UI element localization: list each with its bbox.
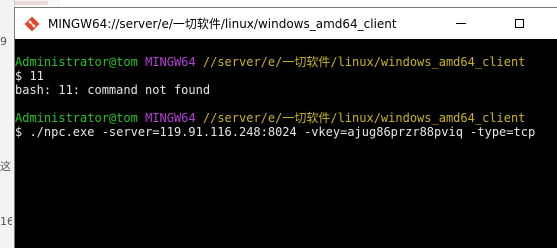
minimize-button[interactable] xyxy=(439,8,483,39)
command-output: bash: 11: command not found xyxy=(15,83,211,97)
title-bar[interactable]: MINGW64://server/e/一切软件/linux/windows_am… xyxy=(15,8,557,39)
command-line: $ 11 xyxy=(15,69,44,83)
prompt-line: Administrator@tom MINGW64 //server/e/一切软… xyxy=(15,111,557,125)
prompt-path: //server/e/一切软件/linux/windows_amd64_clie… xyxy=(202,55,526,69)
prompt-system: MINGW64 xyxy=(145,111,196,125)
maximize-icon xyxy=(514,19,524,28)
window-title: MINGW64://server/e/一切软件/linux/windows_am… xyxy=(48,17,397,31)
prompt-user: Administrator@tom xyxy=(15,111,138,125)
background-text-fragment: 16 xyxy=(0,216,12,228)
terminal-output[interactable]: Administrator@tom MINGW64 //server/e/一切软… xyxy=(15,39,557,248)
background-text-fragment: 这 xyxy=(0,161,11,173)
prompt-line: Administrator@tom MINGW64 //server/e/一切软… xyxy=(15,55,557,69)
prompt-system: MINGW64 xyxy=(145,55,196,69)
mingw-app-icon[interactable] xyxy=(24,16,40,32)
command-line: $ ./npc.exe -server=119.91.116.248:8024 … xyxy=(15,125,536,139)
maximize-button[interactable] xyxy=(497,8,541,39)
background-text-fragment: 9 xyxy=(0,36,7,48)
terminal-window[interactable]: MINGW64://server/e/一切软件/linux/windows_am… xyxy=(14,7,557,248)
background-window-strip: 9 这 16 xyxy=(0,0,15,248)
prompt-user: Administrator@tom xyxy=(15,55,138,69)
prompt-path: //server/e/一切软件/linux/windows_amd64_clie… xyxy=(202,111,526,125)
minimize-icon xyxy=(456,23,466,24)
